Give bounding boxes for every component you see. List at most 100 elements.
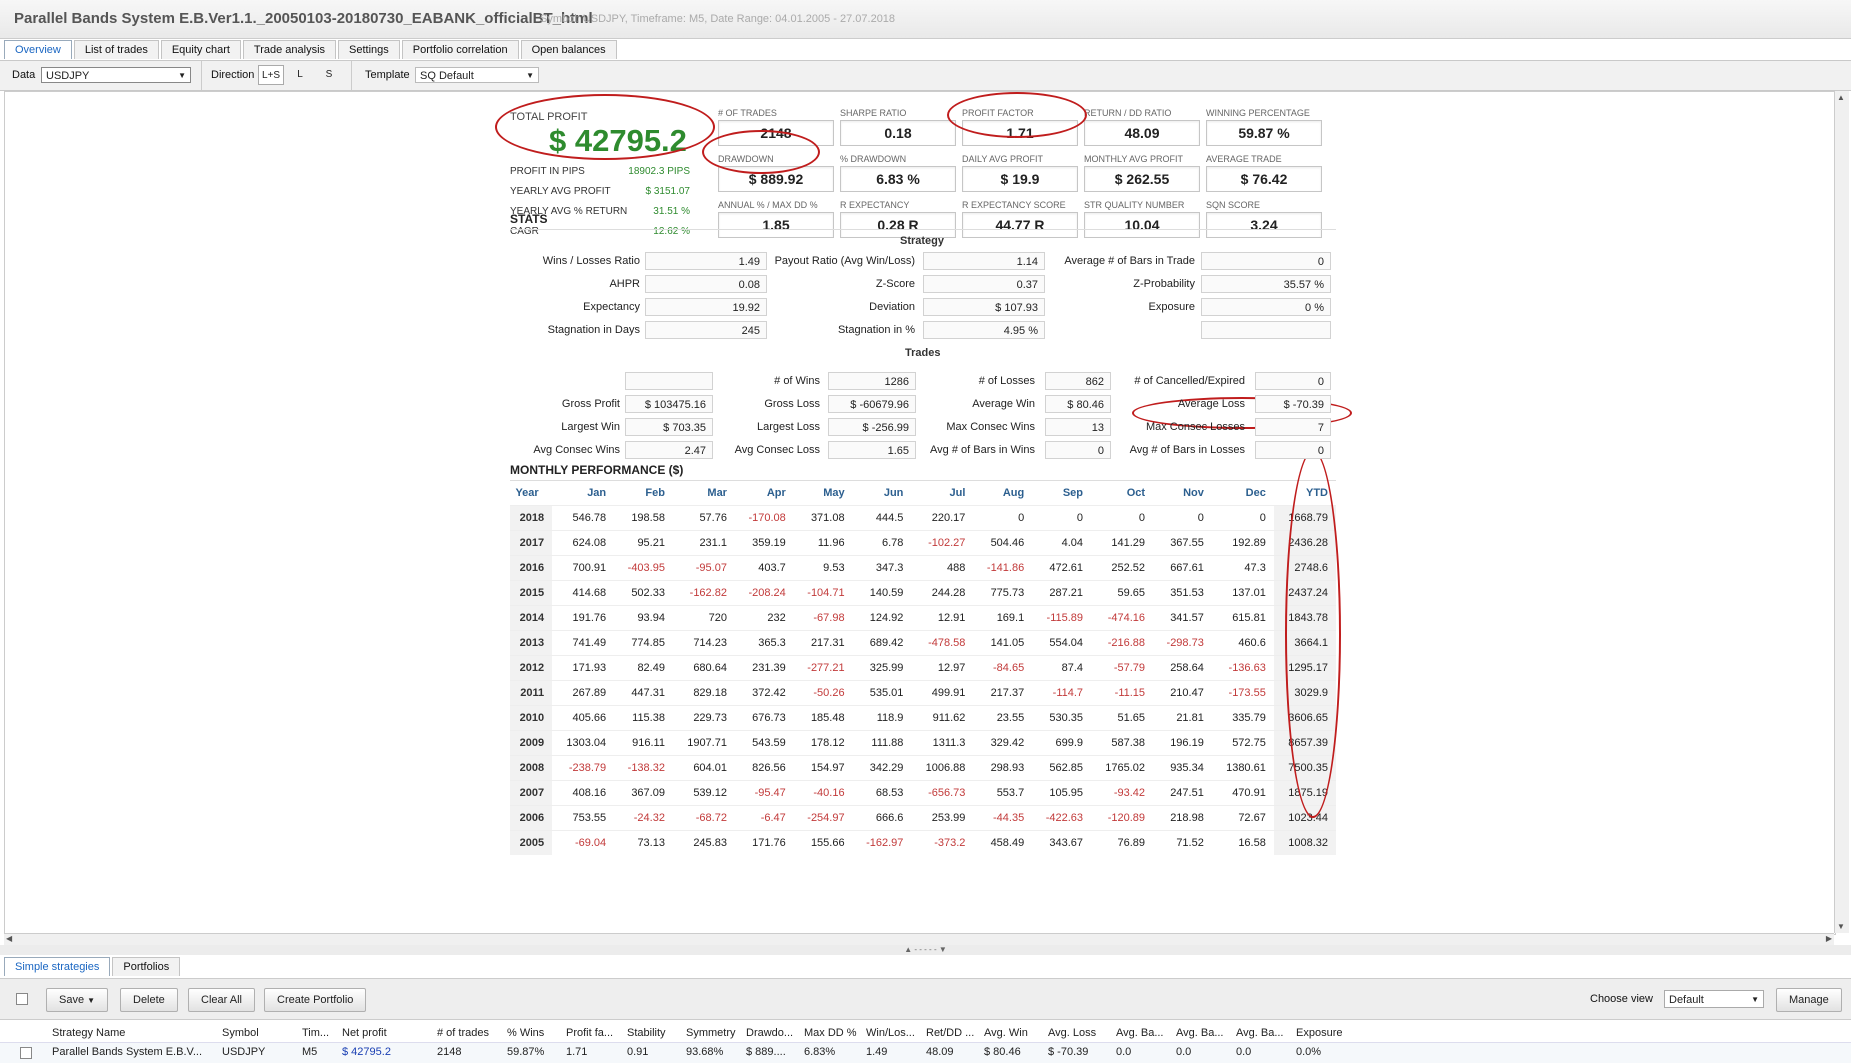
month-value-cell: 911.62 [911,705,974,731]
column-header[interactable]: Avg. Ba... [1116,1027,1172,1039]
month-value-cell: 539.12 [672,780,735,806]
month-value-cell: 155.66 [793,830,853,855]
tab-list-of-trades[interactable]: List of trades [73,40,159,59]
tab-portfolios[interactable]: Portfolios [112,957,181,976]
month-value-cell: 615.81 [1211,605,1274,631]
monthly-title: MONTHLY PERFORMANCE ($) [510,463,684,477]
table-row[interactable]: Parallel Bands System E.B.V... USDJPY M5 $ … [0,1042,1851,1063]
kpi-card: STR QUALITY NUMBER 10.04 [1084,200,1200,238]
scroll-down-icon[interactable]: ▼ [1837,922,1845,931]
month-value-cell: 714.23 [672,630,735,656]
month-value-cell: 73.13 [614,830,673,855]
tab-equity-chart[interactable]: Equity chart [160,40,241,59]
column-header[interactable]: Net profit [342,1027,432,1039]
direction-ls-button[interactable]: L+S [258,65,284,85]
column-header[interactable]: Symbol [222,1027,296,1039]
column-header[interactable]: Symmetry [686,1027,741,1039]
month-value-cell: 504.46 [973,530,1033,556]
tab-settings[interactable]: Settings [338,40,400,59]
direction-long-button[interactable]: L [287,65,313,85]
month-value-cell: 587.38 [1091,730,1154,756]
save-button[interactable]: Save ▼ [46,988,109,1012]
tab-portfolio-correlation[interactable]: Portfolio correlation [401,40,519,59]
column-header[interactable]: Profit fa... [566,1027,621,1039]
vertical-scrollbar[interactable]: ▲ ▼ [1834,91,1849,933]
splitter-handle-icon[interactable]: ▲ - - - - - ▼ [904,945,947,954]
strategy-subtitle: Strategy [900,235,945,247]
column-header[interactable]: Ret/DD ... [926,1027,980,1039]
column-header[interactable]: Strategy Name [52,1027,217,1039]
table-body: 2018 546.78 198.58 57.76 -170.08 371.08 444.5 2… [510,505,1336,855]
scroll-left-icon[interactable]: ◀ [6,934,12,943]
month-value-cell: 753.55 [552,805,615,831]
grid-cell: 0.0 [1236,1046,1252,1058]
stats-title: STATS [510,212,548,226]
column-header[interactable]: Avg. Ba... [1236,1027,1292,1039]
column-header[interactable]: Drawdo... [746,1027,800,1039]
month-value-cell: 0 [1091,505,1154,531]
column-header[interactable]: % Wins [507,1027,562,1039]
column-header[interactable]: # of trades [437,1027,502,1039]
month-value-cell: 229.73 [672,705,735,731]
month-value-cell: -474.16 [1091,605,1154,631]
column-header[interactable]: Avg. Win [984,1027,1044,1039]
column-header[interactable]: Win/Los... [866,1027,922,1039]
column-header[interactable]: Avg. Ba... [1176,1027,1232,1039]
ytd-cell: 1843.78 [1273,605,1336,631]
month-value-cell: 680.64 [672,655,735,681]
direction-short-button[interactable]: S [316,65,342,85]
panel-splitter[interactable]: ▲ - - - - - ▼ [0,945,1851,955]
stat-label: Stagnation in Days [547,324,640,336]
main-tabs: Overview List of trades Equity chart Tra… [4,40,619,60]
month-value-cell: -298.73 [1153,630,1212,656]
row-checkbox[interactable] [20,1047,32,1059]
data-select[interactable]: USDJPY ▼ [41,67,191,83]
tab-simple-strategies[interactable]: Simple strategies [4,957,111,976]
month-value-cell: -50.26 [793,680,853,706]
year-cell: 2008 [510,755,553,781]
stat-value: 0.08 [645,275,767,293]
tab-overview[interactable]: Overview [4,40,72,59]
month-value-cell: -24.32 [614,805,673,831]
year-cell: 2014 [510,605,553,631]
month-value-cell: -6.47 [734,805,794,831]
month-value-cell: 325.99 [852,655,912,681]
table-row: 2007 408.16 367.09 539.12 -95.47 -40.16 68.53-… [510,780,1336,806]
kpi-label: DRAWDOWN [718,154,774,164]
chevron-down-icon: ▼ [87,996,96,1005]
month-value-cell: -173.55 [1211,680,1274,706]
scroll-right-icon[interactable]: ▶ [1826,934,1832,943]
column-header[interactable]: Exposure [1296,1027,1356,1039]
month-value-cell: 245.83 [672,830,735,855]
tab-trade-analysis[interactable]: Trade analysis [242,40,337,59]
tab-open-balances[interactable]: Open balances [520,40,617,59]
month-value-cell: 826.56 [734,755,794,781]
month-value-cell: 342.29 [852,755,912,781]
column-header[interactable]: Tim... [302,1027,338,1039]
month-value-cell: 141.05 [973,630,1033,656]
month-value-cell: -114.7 [1032,680,1092,706]
column-header[interactable]: Stability [627,1027,682,1039]
select-all-checkbox[interactable] [16,993,28,1005]
view-select[interactable]: Default ▼ [1664,990,1764,1008]
month-value-cell: 6.78 [852,530,912,556]
column-header[interactable]: Max DD % [804,1027,862,1039]
month-value-cell: -254.97 [793,805,853,831]
month-value-cell: 169.1 [973,605,1033,631]
create-portfolio-button[interactable]: Create Portfolio [264,988,367,1012]
scroll-up-icon[interactable]: ▲ [1837,93,1845,102]
month-value-cell: 47.3 [1211,555,1274,581]
stat-value: 0 [1255,372,1331,390]
year-cell: 2015 [510,580,553,606]
kpi-value: 1.85 [718,212,834,238]
column-header[interactable]: Avg. Loss [1048,1027,1110,1039]
manage-button[interactable]: Manage [1776,988,1842,1012]
grid-cell: $ 42795.2 [342,1046,391,1058]
delete-button[interactable]: Delete [120,988,178,1012]
clear-all-button[interactable]: Clear All [188,988,255,1012]
template-select[interactable]: SQ Default ▼ [415,67,539,83]
kpi-value: $ 76.42 [1206,166,1322,192]
stat-label: Average Win [972,398,1035,410]
kpi-card: DRAWDOWN $ 889.92 [718,154,834,192]
month-value-cell: 21.81 [1153,705,1212,731]
